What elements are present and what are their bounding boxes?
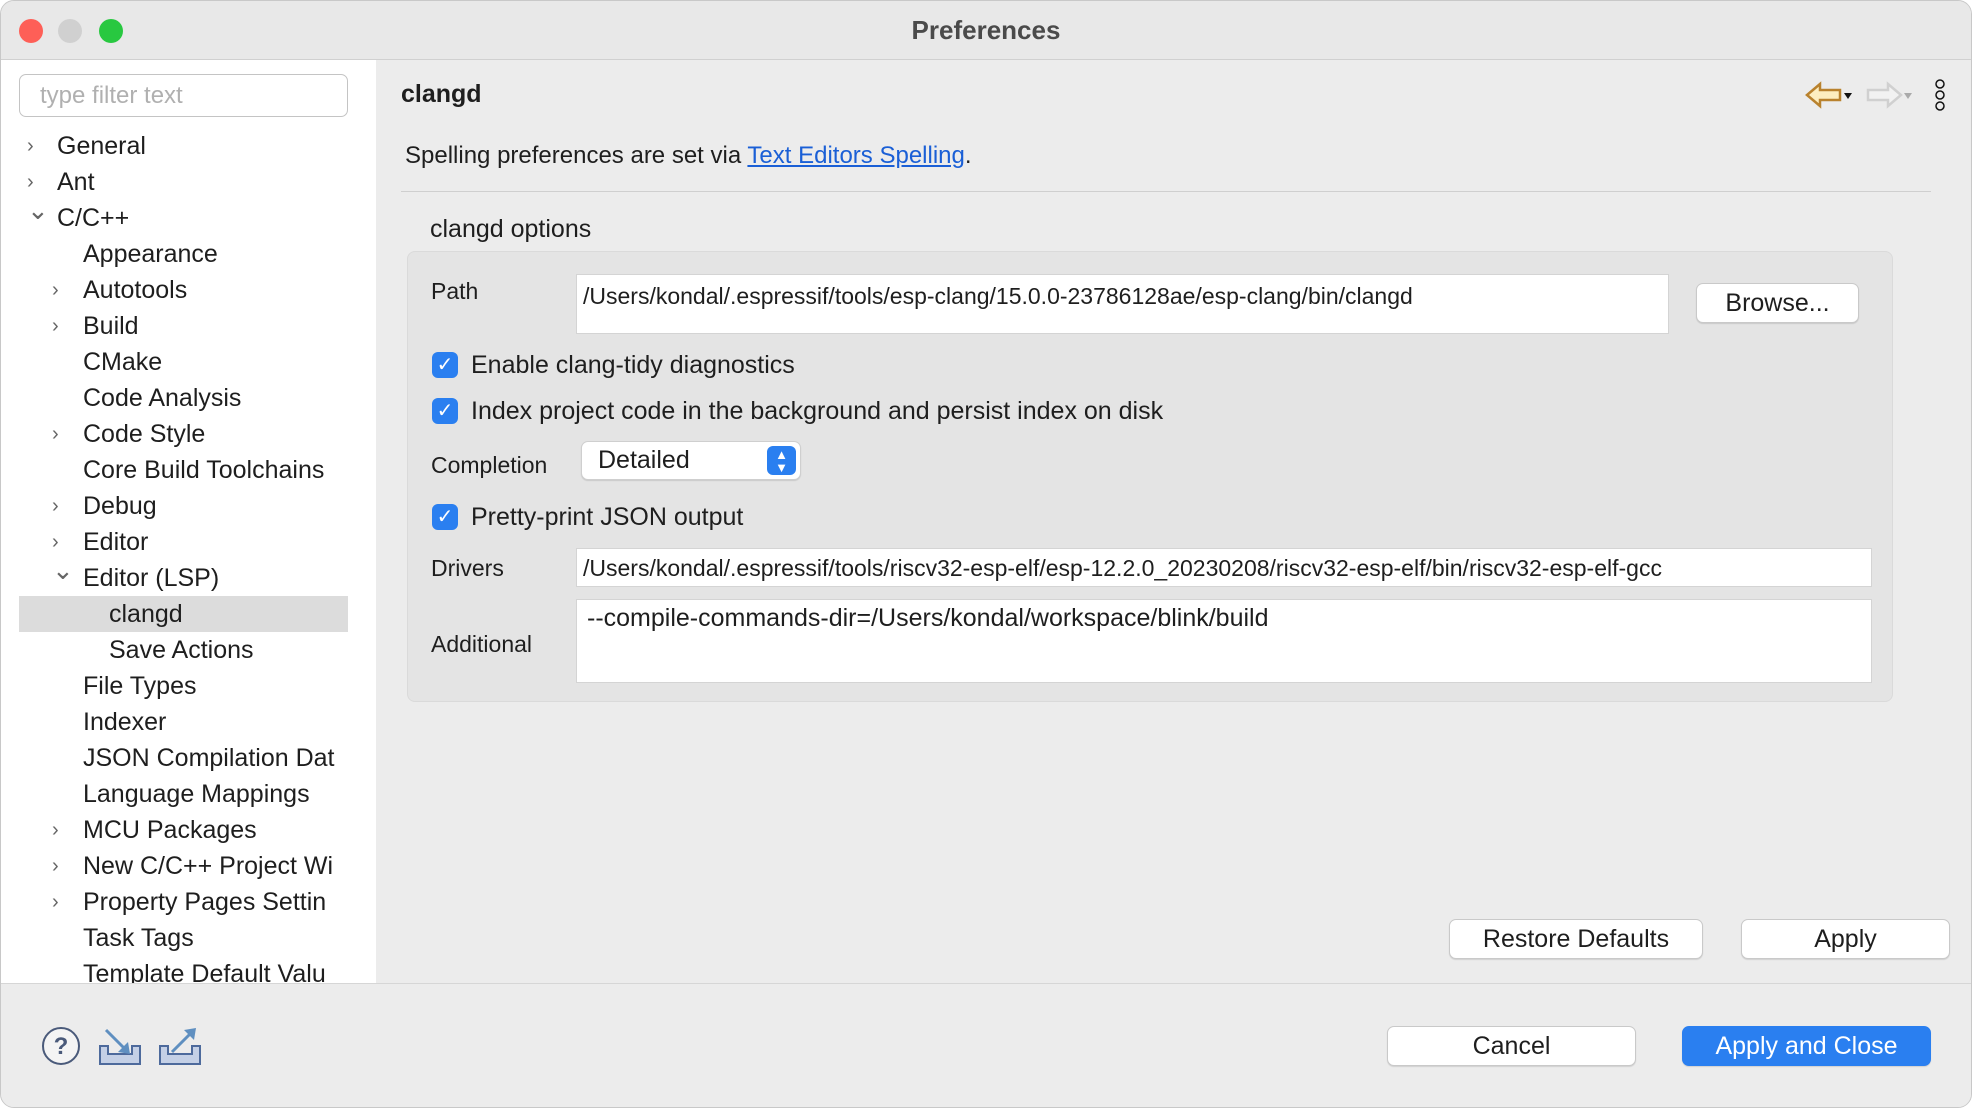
tree-item[interactable]: Appearance (1, 236, 376, 272)
tree-item-label: JSON Compilation Dat (83, 744, 335, 772)
browse-button[interactable]: Browse... (1696, 283, 1859, 323)
tree-item-label: Code Style (83, 420, 206, 448)
chevron-right-icon[interactable]: › (52, 848, 59, 884)
restore-defaults-button[interactable]: Restore Defaults (1449, 919, 1703, 959)
tree-item[interactable]: Save Actions (1, 632, 376, 668)
chevron-right-icon[interactable]: › (27, 128, 34, 164)
drivers-label: Drivers (431, 555, 504, 581)
filter-input[interactable] (19, 74, 348, 117)
spelling-suffix: . (964, 142, 972, 169)
tree-item-label: New C/C++ Project Wi (83, 852, 334, 880)
tree-item[interactable]: CMake (1, 344, 376, 380)
tree-item-label: General (57, 132, 146, 160)
tree-item-label: Debug (83, 492, 157, 520)
preferences-window: Preferences ›General›Ant⌄C/C++Appearance… (0, 0, 1972, 1108)
page-title: clangd (401, 80, 482, 108)
divider (401, 191, 1931, 192)
additional-label: Additional (431, 631, 533, 657)
tree-item[interactable]: › General (1, 128, 376, 164)
path-input[interactable]: /Users/kondal/.espressif/tools/esp-clang… (576, 274, 1669, 334)
tree-item-label: Appearance (83, 240, 218, 268)
tree-item-label: Indexer (83, 708, 167, 736)
chevron-right-icon[interactable]: › (52, 812, 59, 848)
pretty-print-label: Pretty-print JSON output (471, 503, 744, 531)
tree-item[interactable]: clangd (19, 596, 348, 632)
tree-item[interactable]: File Types (1, 668, 376, 704)
completion-value: Detailed (598, 446, 690, 474)
export-icon[interactable] (158, 1026, 204, 1066)
completion-select[interactable]: Detailed ▲ ▼ (581, 441, 801, 480)
tree-item[interactable]: › Build (1, 308, 376, 344)
tree-item[interactable]: Core Build Toolchains (1, 452, 376, 488)
group-title: clangd options (430, 215, 592, 243)
spelling-text: Spelling preferences are set via (405, 142, 748, 169)
chevron-right-icon[interactable]: › (52, 416, 59, 452)
tree-item[interactable]: Task Tags (1, 920, 376, 956)
chevron-right-icon[interactable]: › (52, 488, 59, 524)
tree-item-label: Code Analysis (83, 384, 242, 412)
chevron-right-icon[interactable]: › (52, 884, 59, 920)
tree-item[interactable]: ⌄ C/C++ (1, 195, 376, 236)
preference-page: clangd Spelling preferences are set via … (376, 60, 1971, 983)
forward-icon[interactable] (1866, 80, 1916, 110)
tree-item[interactable]: › Ant (1, 164, 376, 200)
tree-item-label: File Types (83, 672, 197, 700)
tree-item-label: Template Default Valu (83, 960, 326, 983)
tree-item-label: Autotools (83, 276, 188, 304)
text-editors-spelling-link[interactable]: Text Editors Spelling (747, 142, 964, 169)
spelling-note: Spelling preferences are set via Text Ed… (405, 142, 972, 170)
tree-item[interactable]: › New C/C++ Project Wi (1, 848, 376, 884)
help-icon[interactable]: ? (41, 1026, 81, 1066)
tree-item-label: Task Tags (83, 924, 194, 952)
chevron-down-icon[interactable]: ⌄ (52, 552, 74, 588)
chevron-up-down-icon: ▲ ▼ (767, 446, 796, 475)
chevron-right-icon[interactable]: › (52, 308, 59, 344)
cancel-button[interactable]: Cancel (1387, 1026, 1636, 1066)
tree-item-label: Property Pages Settin (83, 888, 327, 916)
tree-item-label: Ant (57, 168, 95, 196)
title-bar: Preferences (1, 1, 1971, 60)
tree-item[interactable]: › Autotools (1, 272, 376, 308)
tree-item-label: Editor (83, 528, 149, 556)
tree-item-label: Language Mappings (83, 780, 310, 808)
tree-item[interactable]: › Code Style (1, 416, 376, 452)
tree-item[interactable]: Indexer (1, 704, 376, 740)
tree-item[interactable]: ⌄ Editor (LSP) (1, 555, 376, 596)
tree-item-label: clangd (109, 600, 183, 628)
tree-item-label: Editor (LSP) (83, 564, 220, 592)
tree-item[interactable]: › Debug (1, 488, 376, 524)
tree-item[interactable]: › MCU Packages (1, 812, 376, 848)
apply-button[interactable]: Apply (1741, 919, 1950, 959)
view-menu-icon[interactable] (1932, 79, 1948, 113)
chevron-down-icon[interactable]: ⌄ (27, 192, 49, 228)
drivers-input[interactable]: /Users/kondal/.espressif/tools/riscv32-e… (576, 548, 1872, 587)
tree-item[interactable]: Language Mappings (1, 776, 376, 812)
chevron-right-icon[interactable]: › (52, 272, 59, 308)
completion-label: Completion (431, 452, 548, 478)
import-icon[interactable] (98, 1026, 144, 1066)
tree-item-label: MCU Packages (83, 816, 257, 844)
clang-tidy-label: Enable clang-tidy diagnostics (471, 351, 795, 379)
dialog-footer: ? Cancel Apply and Close (1, 983, 1971, 1107)
svg-text:?: ? (54, 1033, 69, 1060)
tree-item-label: C/C++ (57, 204, 130, 232)
tree-item-label: Build (83, 312, 139, 340)
tree-item[interactable]: JSON Compilation Dat (1, 740, 376, 776)
tree-item[interactable]: Template Default Valu (1, 956, 376, 983)
path-label: Path (431, 278, 479, 304)
additional-textarea[interactable]: --compile-commands-dir=/Users/kondal/wor… (576, 599, 1872, 683)
tree-item[interactable]: › Property Pages Settin (1, 884, 376, 920)
index-label: Index project code in the background and… (471, 397, 1164, 425)
back-icon[interactable] (1804, 80, 1854, 110)
tree-item-label: Save Actions (109, 636, 254, 664)
pretty-print-checkbox[interactable]: ✓ (432, 504, 458, 530)
index-checkbox[interactable]: ✓ (432, 398, 458, 424)
window-title: Preferences (911, 15, 1061, 45)
apply-and-close-button[interactable]: Apply and Close (1682, 1026, 1931, 1066)
tree-item[interactable]: Code Analysis (1, 380, 376, 416)
tree-item-label: CMake (83, 348, 163, 376)
preferences-tree-panel: ›General›Ant⌄C/C++Appearance›Autotools›B… (1, 60, 376, 983)
tree-item-label: Core Build Toolchains (83, 456, 325, 484)
clang-tidy-checkbox[interactable]: ✓ (432, 352, 458, 378)
